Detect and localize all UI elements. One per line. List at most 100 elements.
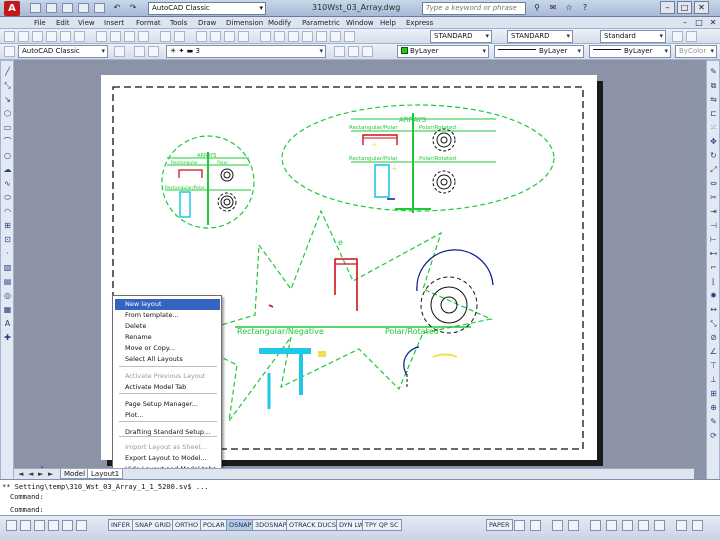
mtext-icon[interactable]: A	[3, 319, 12, 328]
quick-view-drawings-icon[interactable]	[530, 520, 541, 531]
rotate-icon[interactable]: ↻	[709, 151, 718, 160]
autocad-logo-icon[interactable]: A	[4, 1, 20, 16]
save-icon[interactable]	[32, 31, 43, 42]
status-toggle-polar[interactable]: POLAR	[200, 519, 228, 531]
color-select[interactable]: ByLayer	[397, 45, 489, 58]
rectangle-icon[interactable]: ▭	[3, 123, 12, 132]
dim-style-select[interactable]: STANDARD	[507, 30, 573, 43]
command-window[interactable]: ** Setting\temp\310_Wst_03_Array_1_1_520…	[0, 479, 720, 515]
save-as-icon[interactable]	[78, 3, 89, 13]
arc-icon[interactable]: ⌒	[3, 137, 12, 146]
extend-icon[interactable]: ⇥	[709, 207, 718, 216]
menu-file[interactable]: File	[34, 18, 46, 28]
table-icon[interactable]: ▦	[3, 305, 12, 314]
dim-continue-icon[interactable]: ⊥	[709, 375, 718, 384]
doc-close-icon[interactable]: ✕	[708, 18, 718, 28]
workspace-settings-icon[interactable]	[114, 46, 125, 57]
point-icon[interactable]: ·	[3, 249, 12, 258]
status-toggle-infer[interactable]: INFER	[108, 519, 134, 531]
menu-help[interactable]: Help	[380, 18, 396, 28]
status-toggle-otrack-ducs[interactable]: OTRACK DUCS	[286, 519, 339, 531]
paper-space-button[interactable]: PAPER	[486, 519, 513, 531]
context-menu-item[interactable]: Select All Layouts	[115, 354, 220, 365]
zoom-window-icon[interactable]	[224, 31, 235, 42]
help-icon[interactable]: ?	[580, 3, 590, 13]
dim-edit-icon[interactable]: ✎	[709, 417, 718, 426]
workspace-switching-icon[interactable]	[590, 520, 601, 531]
ellipse-arc-icon[interactable]: ◠	[3, 207, 12, 216]
copy-icon[interactable]	[110, 31, 121, 42]
menu-draw[interactable]: Draw	[198, 18, 216, 28]
break-point-icon[interactable]: ⊣	[709, 221, 718, 230]
menu-tools[interactable]: Tools	[170, 18, 187, 28]
workspace-select-2[interactable]: AutoCAD Classic	[18, 45, 108, 58]
text-style-select[interactable]: STANDARD	[430, 30, 492, 43]
layer-state-icon[interactable]	[148, 46, 159, 57]
menu-view[interactable]: View	[78, 18, 95, 28]
doc-restore-icon[interactable]: □	[694, 18, 704, 28]
stretch-icon[interactable]: ⇔	[709, 179, 718, 188]
publish-icon[interactable]	[74, 31, 85, 42]
circle-viewport[interactable]: ARRAYS Rectangular Polar Rectangular/Pol…	[161, 135, 255, 229]
star-viewport[interactable]: Rectangular/Negative Polar/Rotated e	[179, 209, 494, 422]
search-input[interactable]: Type a keyword or phrase	[422, 2, 526, 15]
help-icon[interactable]	[344, 31, 355, 42]
lineweight-select[interactable]: ByLayer	[589, 45, 671, 58]
tab-layout1[interactable]: Layout1	[87, 469, 124, 479]
multileader-icon[interactable]	[686, 31, 697, 42]
open-icon[interactable]	[18, 31, 29, 42]
offset-icon[interactable]: ⊏	[709, 109, 718, 118]
close-button[interactable]: ✕	[694, 1, 709, 14]
circle-icon[interactable]: ○	[3, 151, 12, 160]
menu-express[interactable]: Express	[406, 18, 433, 28]
context-menu-item[interactable]: Delete	[115, 321, 220, 332]
linetype-select[interactable]: ByLayer	[494, 45, 584, 58]
dim-linear-icon[interactable]: ↔	[709, 305, 718, 314]
ellipse-icon[interactable]: ⬭	[3, 193, 12, 202]
status-toggle-tpy-qp-sc[interactable]: TPY QP SC	[362, 519, 402, 531]
favorites-star-icon[interactable]: ☆	[564, 3, 574, 13]
context-menu-item[interactable]: Export Layout to Model...	[115, 453, 220, 464]
gradient-icon[interactable]: ▤	[3, 277, 12, 286]
infer-constraints-icon[interactable]	[20, 520, 31, 531]
tab-last-button[interactable]: ►	[48, 470, 53, 479]
clean-screen-icon[interactable]	[692, 520, 703, 531]
erase-icon[interactable]: ✎	[709, 67, 718, 76]
workspace-select[interactable]: AutoCAD Classic	[148, 2, 266, 15]
line-icon[interactable]: ╱	[3, 67, 12, 76]
pan-icon[interactable]	[552, 520, 563, 531]
dim-update-icon[interactable]: ⟳	[709, 431, 718, 440]
workspace-icon[interactable]	[4, 46, 15, 57]
status-toggle-osnap[interactable]: OSNAP	[226, 519, 255, 531]
plot-icon[interactable]	[94, 3, 105, 13]
menu-edit[interactable]: Edit	[56, 18, 70, 28]
hatch-icon[interactable]: ▨	[3, 263, 12, 272]
status-toggle-3dosnap[interactable]: 3DOSNAP	[252, 519, 290, 531]
move-icon[interactable]: ✥	[709, 137, 718, 146]
add-selected-icon[interactable]: ✚	[3, 333, 12, 342]
plotstyle-select[interactable]: ByColor	[675, 45, 717, 58]
region-icon[interactable]: ◎	[3, 291, 12, 300]
construction-line-icon[interactable]: ⤡	[3, 81, 12, 90]
tab-first-button[interactable]: ◄	[18, 470, 23, 479]
multileader-style-icon[interactable]	[672, 31, 683, 42]
layer-select[interactable]: ☀ ✦ ▬ 3	[166, 45, 326, 58]
scale-icon[interactable]: ⤢	[709, 165, 718, 174]
zoom-realtime-icon[interactable]	[210, 31, 221, 42]
properties-icon[interactable]	[260, 31, 271, 42]
array-icon[interactable]: ⁙	[709, 123, 718, 132]
context-menu-item[interactable]: Rename	[115, 332, 220, 343]
context-menu-item[interactable]: Page Setup Manager...	[115, 399, 220, 410]
menu-window[interactable]: Window	[346, 18, 374, 28]
design-center-icon[interactable]	[274, 31, 285, 42]
layer-properties-icon[interactable]	[134, 46, 145, 57]
cut-icon[interactable]	[96, 31, 107, 42]
command-prompt[interactable]: Command:	[10, 506, 44, 514]
layer-match-icon[interactable]	[362, 46, 373, 57]
make-block-icon[interactable]: ⊡	[3, 235, 12, 244]
save-icon[interactable]	[62, 3, 73, 13]
context-menu-item[interactable]: New layout	[115, 299, 220, 310]
copy-object-icon[interactable]: ⧉	[709, 81, 718, 90]
quick-view-layouts-icon[interactable]	[514, 520, 525, 531]
mirror-icon[interactable]: ⇋	[709, 95, 718, 104]
